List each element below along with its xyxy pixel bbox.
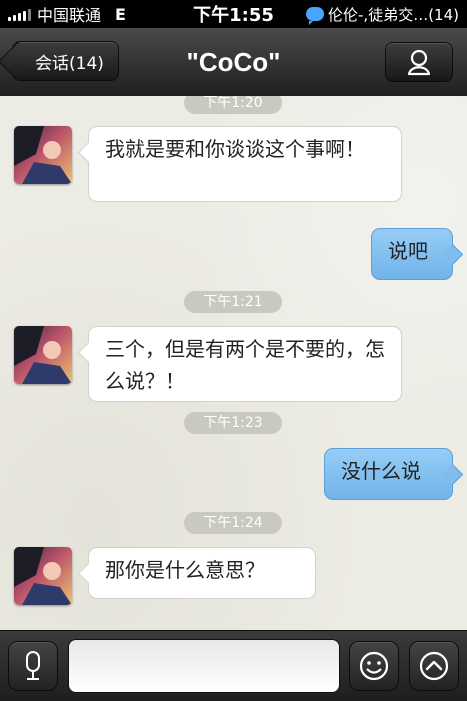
voice-button[interactable] [8,641,58,691]
status-left: 中国联通 E [8,2,126,26]
contact-avatar[interactable] [14,126,72,184]
timestamp: 下午1:21 [184,291,282,313]
input-bar [0,630,467,701]
contact-avatar[interactable] [14,326,72,384]
status-bar: 中国联通 E 下午1:55 伦伦-,徒弟交…(14) [0,0,467,28]
message-text: 三个，但是有两个是不要的，怎么说？！ [105,337,385,393]
incoming-message-bubble[interactable]: 我就是要和你谈谈这个事啊！ [88,126,402,202]
emoji-button[interactable] [349,641,399,691]
message-text: 没什么说 [341,459,421,483]
carrier-name: 中国联通 [37,6,102,25]
person-icon [407,49,431,76]
timestamp: 下午1:24 [184,512,282,534]
status-notification[interactable]: 伦伦-,徒弟交…(14) [306,4,459,25]
signal-strength-icon [8,7,31,21]
incoming-message-bubble[interactable]: 三个，但是有两个是不要的，怎么说？！ [88,326,402,402]
nav-bar: 会话(14) "CoCo" [0,28,467,97]
message-notification-icon [306,7,325,25]
microphone-icon [26,651,40,680]
outgoing-message-bubble[interactable]: 说吧 [371,228,453,280]
notification-text: 伦伦-,徒弟交…(14) [328,5,459,24]
more-options-button[interactable] [409,641,459,691]
contact-avatar[interactable] [14,547,72,605]
message-text: 那你是什么意思？ [105,558,265,582]
message-input[interactable] [68,639,340,693]
outgoing-message-bubble[interactable]: 没什么说 [324,448,453,500]
timestamp: 下午1:23 [184,412,282,434]
network-type: E [115,4,126,24]
chevron-up-icon [419,651,449,681]
profile-button[interactable] [385,42,453,82]
message-text: 我就是要和你谈谈这个事啊！ [105,137,365,161]
smiley-icon [359,651,389,681]
message-text: 说吧 [388,239,428,263]
timestamp: 下午1:20 [184,96,282,114]
chat-area[interactable]: 下午1:20 我就是要和你谈谈这个事啊！ 说吧 下午1:21 三个，但是有两个是… [0,96,467,630]
incoming-message-bubble[interactable]: 那你是什么意思？ [88,547,316,599]
